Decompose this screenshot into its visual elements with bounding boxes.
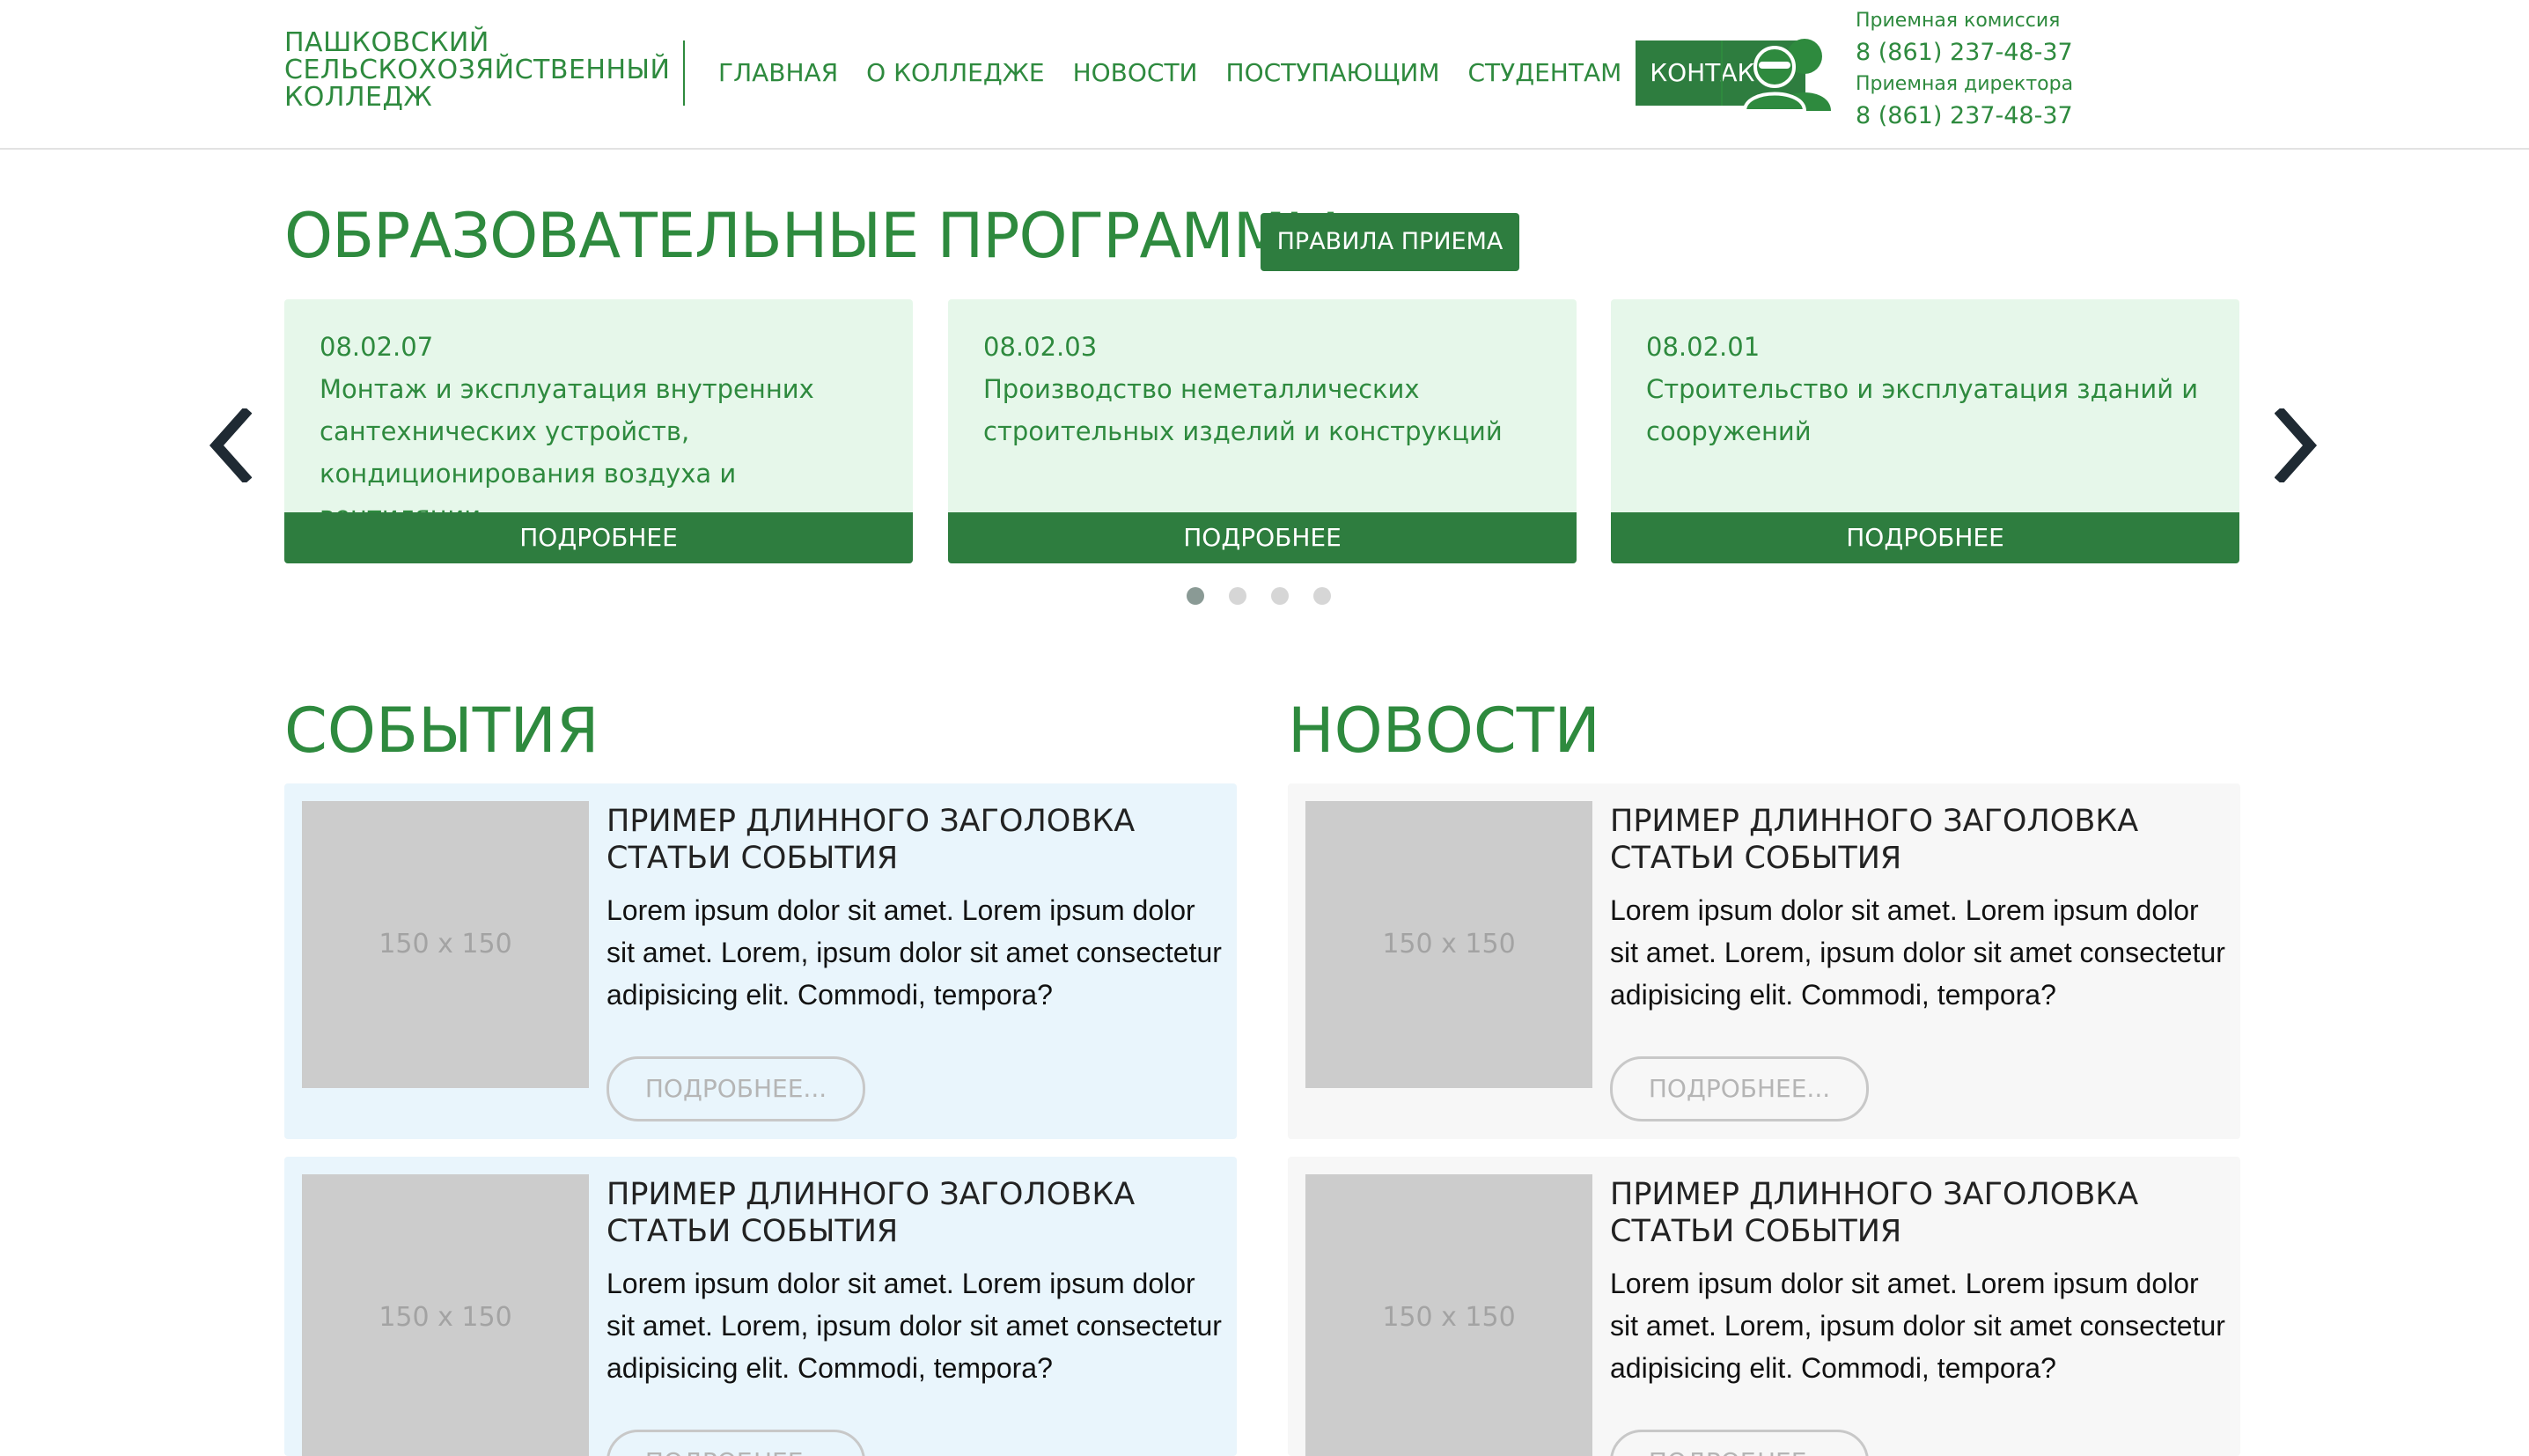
program-code: 08.02.01 <box>1646 332 1761 362</box>
chevron-right-icon[interactable] <box>2275 408 2319 482</box>
news-title-text[interactable]: ПРИМЕР ДЛИННОГО ЗАГОЛОВКА СТАТЬИ СОБЫТИЯ <box>1610 803 2226 877</box>
nav-item-home[interactable]: ГЛАВНАЯ <box>704 40 852 106</box>
carousel-dot[interactable] <box>1187 587 1204 605</box>
logo-line: КОЛЛЕДЖ <box>284 82 433 113</box>
program-code: 08.02.07 <box>320 332 434 362</box>
event-title[interactable]: ПРИМЕР ДЛИННОГО ЗАГОЛОВКА СТАТЬИ СОБЫТИЯ <box>607 803 1223 877</box>
college-logo[interactable]: ПАШКОВСКИЙ СЕЛЬСКОХОЗЯЙСТВЕННЫЙ КОЛЛЕДЖ <box>284 29 672 111</box>
logo-line: СЕЛЬСКОХОЗЯЙСТВЕННЫЙ <box>284 55 671 85</box>
program-card: 08.02.03 Производство неметаллических ст… <box>948 299 1577 563</box>
news-text: Lorem ipsum dolor sit amet. Lorem ipsum … <box>1610 894 2225 1011</box>
carousel-dot[interactable] <box>1229 587 1246 605</box>
news-more-button[interactable]: ПОДРОБНЕЕ... <box>1610 1056 1869 1121</box>
event-item: 150 x 150 ПРИМЕР ДЛИННОГО ЗАГОЛОВКА СТАТ… <box>284 783 1237 1139</box>
program-code: 08.02.03 <box>983 332 1098 362</box>
program-card: 08.02.01 Строительство и эксплуатация зд… <box>1611 299 2239 563</box>
program-card: 08.02.07 Монтаж и эксплуатация внутренни… <box>284 299 913 563</box>
event-more-button[interactable]: ПОДРОБНЕЕ... <box>607 1056 865 1121</box>
site-header: ПАШКОВСКИЙ СЕЛЬСКОХОЗЯЙСТВЕННЫЙ КОЛЛЕДЖ … <box>0 0 2529 150</box>
director-phone[interactable]: 8 (861) 237-48-37 <box>1856 99 2120 134</box>
users-icon <box>1743 39 1831 111</box>
header-contacts: Приемная комиссия 8 (861) 237-48-37 Прие… <box>1856 7 2120 134</box>
event-title[interactable]: ПРИМЕР ДЛИННОГО ЗАГОЛОВКА СТАТЬИ СОБЫТИЯ <box>607 1176 1223 1250</box>
event-thumbnail[interactable]: 150 x 150 <box>302 1174 589 1456</box>
event-item: 150 x 150 ПРИМЕР ДЛИННОГО ЗАГОЛОВКА СТАТ… <box>284 1157 1237 1456</box>
news-title: НОВОСТИ <box>1288 695 1600 767</box>
main-nav: ГЛАВНАЯ О КОЛЛЕДЖЕ НОВОСТИ ПОСТУПАЮЩИМ С… <box>704 40 1806 106</box>
admission-phone[interactable]: 8 (861) 237-48-37 <box>1856 35 2120 70</box>
event-thumbnail[interactable]: 150 x 150 <box>302 801 589 1088</box>
header-divider <box>1721 40 1723 106</box>
program-more-button[interactable]: ПОДРОБНЕЕ <box>1611 512 2239 563</box>
news-thumbnail[interactable]: 150 x 150 <box>1305 1174 1592 1456</box>
news-item: 150 x 150 ПРИМЕР ДЛИННОГО ЗАГОЛОВКА СТАТ… <box>1288 1157 2240 1456</box>
event-more-button[interactable]: ПОДРОБНЕЕ... <box>607 1430 865 1456</box>
news-text: Lorem ipsum dolor sit amet. Lorem ipsum … <box>1610 1268 2225 1384</box>
news-title-text[interactable]: ПРИМЕР ДЛИННОГО ЗАГОЛОВКА СТАТЬИ СОБЫТИЯ <box>1610 1176 2226 1250</box>
program-name: Производство неметаллических строительны… <box>983 374 1503 446</box>
events-title: СОБЫТИЯ <box>284 695 599 767</box>
header-divider <box>683 40 685 106</box>
news-item: 150 x 150 ПРИМЕР ДЛИННОГО ЗАГОЛОВКА СТАТ… <box>1288 783 2240 1139</box>
admission-label: Приемная комиссия <box>1856 10 2061 32</box>
nav-item-applicants[interactable]: ПОСТУПАЮЩИМ <box>1212 40 1454 106</box>
event-text: Lorem ipsum dolor sit amet. Lorem ipsum … <box>607 1268 1222 1384</box>
program-more-button[interactable]: ПОДРОБНЕЕ <box>948 512 1577 563</box>
logo-line: ПАШКОВСКИЙ <box>284 27 489 58</box>
nav-item-about[interactable]: О КОЛЛЕДЖЕ <box>852 40 1058 106</box>
director-label: Приемная директора <box>1856 73 2074 95</box>
event-text: Lorem ipsum dolor sit amet. Lorem ipsum … <box>607 894 1222 1011</box>
carousel-dots <box>1187 587 1356 605</box>
nav-item-news[interactable]: НОВОСТИ <box>1059 40 1212 106</box>
admission-rules-button[interactable]: ПРАВИЛА ПРИЕМА <box>1261 213 1519 271</box>
carousel-dot[interactable] <box>1313 587 1331 605</box>
chevron-left-icon[interactable] <box>208 408 252 482</box>
program-more-button[interactable]: ПОДРОБНЕЕ <box>284 512 913 563</box>
nav-item-students[interactable]: СТУДЕНТАМ <box>1454 40 1636 106</box>
news-more-button[interactable]: ПОДРОБНЕЕ... <box>1610 1430 1869 1456</box>
program-name: Строительство и эксплуатация зданий и со… <box>1646 374 2199 446</box>
news-thumbnail[interactable]: 150 x 150 <box>1305 801 1592 1088</box>
carousel-dot[interactable] <box>1271 587 1289 605</box>
programs-title: ОБРАЗОВАТЕЛЬНЫЕ ПРОГРАММЫ <box>284 200 1340 272</box>
